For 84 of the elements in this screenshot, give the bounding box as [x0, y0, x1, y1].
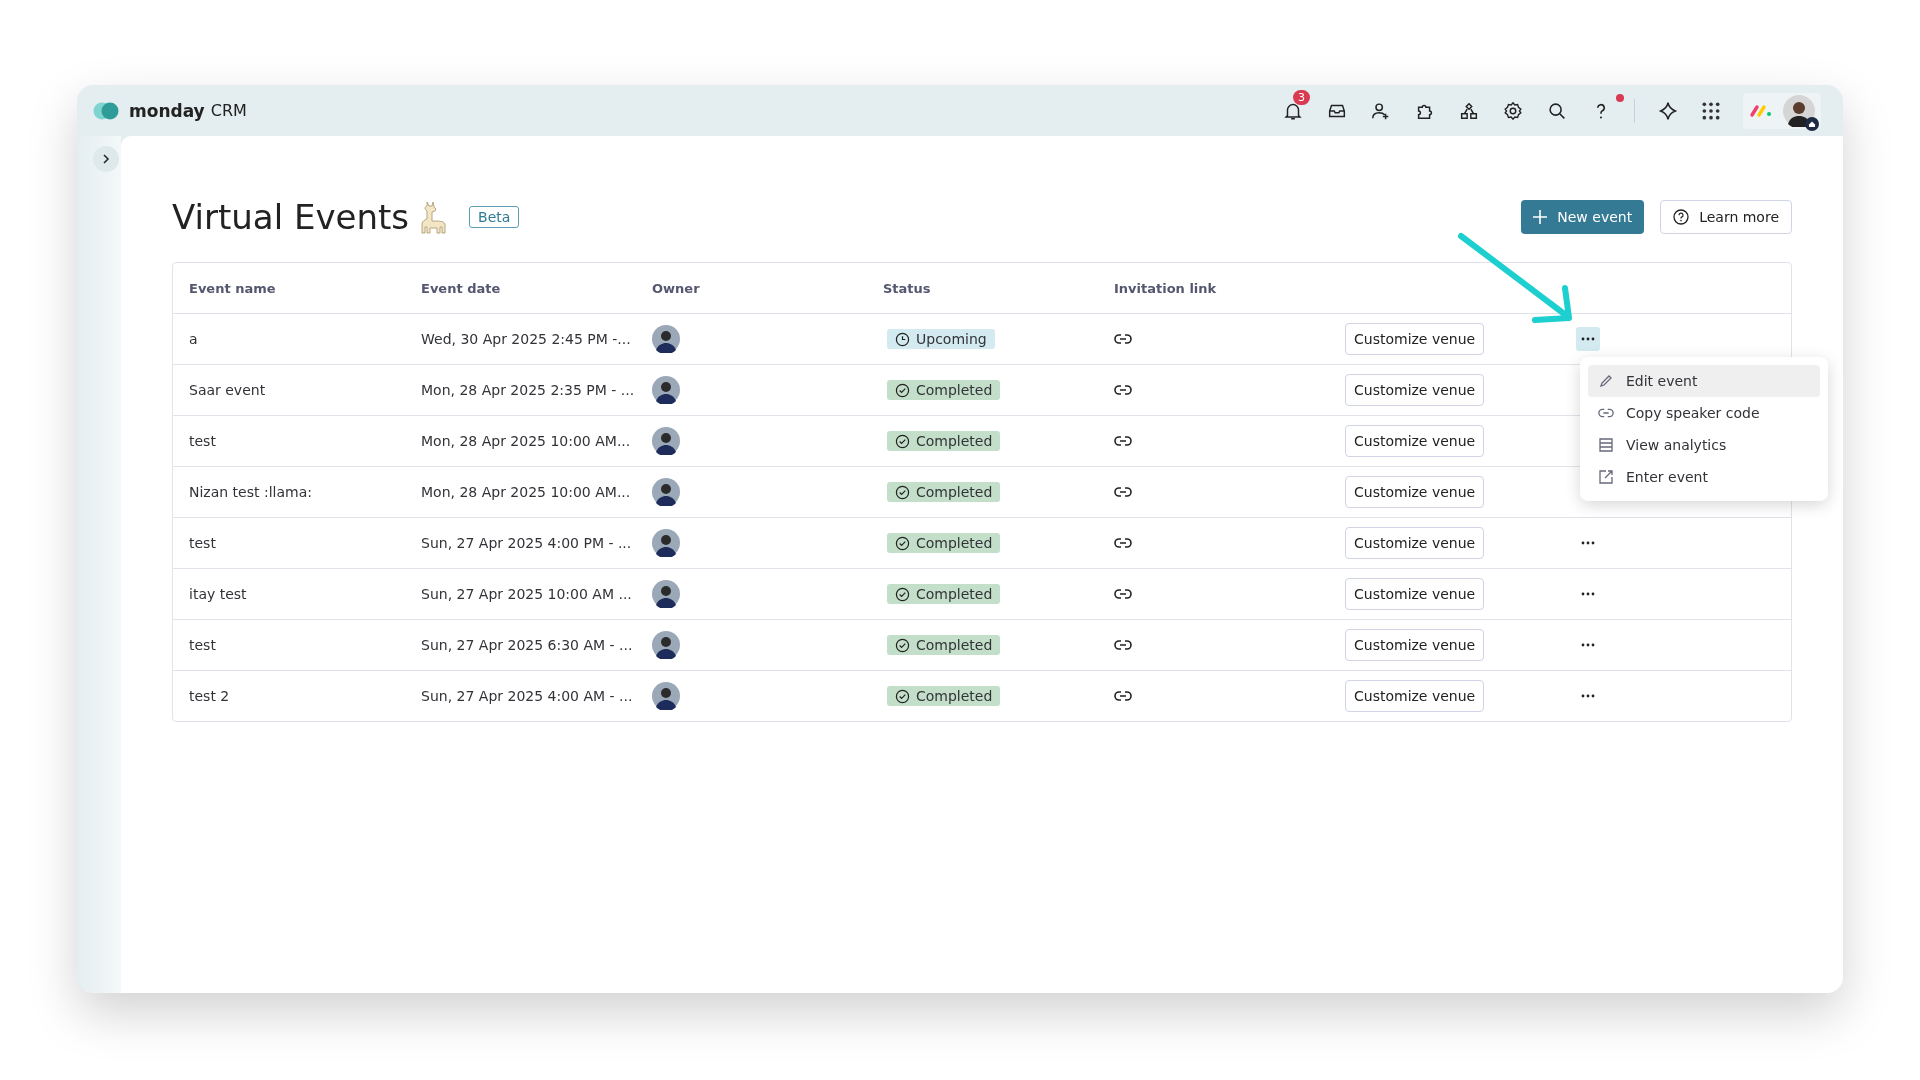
- more-options-button[interactable]: [1576, 327, 1600, 351]
- event-name-cell-text: itay test: [189, 586, 248, 602]
- owner-avatar-icon: [652, 325, 680, 353]
- event-date-cell-text: Sun, 27 Apr 2025 4:00 AM - ...: [421, 688, 634, 704]
- menu-item[interactable]: Edit event: [1588, 365, 1820, 397]
- page-title: Virtual Events: [172, 197, 410, 237]
- brand-name: monday: [129, 100, 205, 121]
- status-badge: Completed: [887, 380, 1001, 400]
- event-date-cell-text: Wed, 30 Apr 2025 2:45 PM -...: [421, 331, 632, 347]
- beta-badge: Beta: [469, 206, 520, 228]
- event-date-cell-text: Sun, 27 Apr 2025 10:00 AM ...: [421, 586, 633, 602]
- column-header: Status: [883, 280, 932, 296]
- owner-avatar-icon: [652, 376, 680, 404]
- customize-venue-button[interactable]: Customize venue: [1345, 680, 1485, 712]
- status-badge: Completed: [887, 584, 1001, 604]
- customize-venue-button[interactable]: Customize venue: [1345, 425, 1485, 457]
- user-avatar-icon[interactable]: [1783, 94, 1815, 127]
- link-icon[interactable]: [1114, 486, 1132, 498]
- link-icon[interactable]: [1114, 639, 1132, 651]
- notification-count: 3: [1293, 89, 1310, 105]
- customize-venue-button[interactable]: Customize venue: [1345, 323, 1485, 355]
- customize-venue-button[interactable]: Customize venue: [1345, 476, 1485, 508]
- column-header: Invitation link: [1114, 280, 1218, 296]
- home-badge-icon: [1805, 116, 1819, 131]
- status-badge: Completed: [887, 686, 1001, 706]
- owner-avatar-icon: [652, 682, 680, 710]
- owner-avatar-icon: [652, 580, 680, 608]
- event-name-cell-text: test 2: [189, 688, 231, 704]
- event-date-cell-text: Mon, 28 Apr 2025 2:35 PM - ...: [421, 382, 636, 398]
- customize-venue-button[interactable]: Customize venue: [1345, 374, 1485, 406]
- external-link-icon: [1598, 469, 1614, 485]
- status-badge: Completed: [887, 482, 1001, 502]
- status-badge: Completed: [887, 431, 1001, 451]
- customize-venue-button[interactable]: Customize venue: [1345, 527, 1485, 559]
- more-dots-icon: [1581, 694, 1595, 698]
- status-badge: Upcoming: [887, 329, 995, 349]
- event-date-cell-text: Mon, 28 Apr 2025 10:00 AM...: [421, 484, 632, 500]
- learn-more-button[interactable]: Learn more: [1660, 200, 1792, 234]
- link-icon[interactable]: [1114, 690, 1132, 702]
- menu-item[interactable]: View analytics: [1588, 429, 1820, 461]
- more-dots-icon: [1581, 592, 1595, 596]
- plus-icon: [1533, 210, 1548, 224]
- apps-grid-icon[interactable]: [1701, 100, 1721, 121]
- expand-sidebar-button[interactable]: [93, 146, 119, 172]
- new-event-button[interactable]: New event: [1521, 200, 1645, 234]
- link-icon[interactable]: [1114, 537, 1132, 549]
- more-dots-icon: [1581, 643, 1595, 647]
- event-name-cell-text: Nizan test :llama:: [189, 484, 313, 500]
- event-date-cell-text: Sun, 27 Apr 2025 6:30 AM - ...: [421, 637, 634, 653]
- menu-item[interactable]: Enter event: [1588, 461, 1820, 493]
- event-name-cell-text: test: [189, 433, 217, 449]
- column-header: Owner: [652, 280, 701, 296]
- column-header: Event date: [421, 280, 502, 296]
- link-icon[interactable]: [1114, 435, 1132, 447]
- more-dots-icon: [1581, 541, 1595, 545]
- event-name-cell-text: test: [189, 535, 217, 551]
- link-icon[interactable]: [1114, 588, 1132, 600]
- account-switcher[interactable]: [1743, 92, 1821, 129]
- menu-item[interactable]: Copy speaker code: [1588, 397, 1820, 429]
- column-header: Event name: [189, 280, 277, 296]
- customize-venue-button[interactable]: Customize venue: [1345, 629, 1485, 661]
- product-name: CRM: [210, 101, 247, 120]
- status-badge: Completed: [887, 635, 1001, 655]
- owner-avatar-icon: [652, 478, 680, 506]
- chevron-right-icon: [102, 154, 110, 164]
- table-icon: [1598, 437, 1614, 453]
- more-dots-icon: [1581, 337, 1595, 341]
- monday-logo-icon: [1749, 103, 1773, 118]
- status-badge: Completed: [887, 533, 1001, 553]
- link-icon[interactable]: [1114, 384, 1132, 396]
- event-date-cell-text: Mon, 28 Apr 2025 10:00 AM...: [421, 433, 632, 449]
- logo-icon: [93, 101, 119, 120]
- link-icon[interactable]: [1114, 333, 1132, 345]
- event-name-cell-text: Saar event: [189, 382, 267, 398]
- settings-icon[interactable]: [1502, 99, 1524, 122]
- pencil-icon: [1598, 373, 1614, 389]
- event-name-cell-text: test: [189, 637, 217, 653]
- event-date-cell-text: Sun, 27 Apr 2025 4:00 PM - ...: [421, 535, 633, 551]
- owner-avatar-icon: [652, 631, 680, 659]
- event-name-cell-text: a: [189, 331, 199, 347]
- help-icon: [1673, 209, 1690, 225]
- customize-venue-button[interactable]: Customize venue: [1345, 578, 1485, 610]
- owner-avatar-icon: [652, 529, 680, 557]
- owner-avatar-icon: [652, 427, 680, 455]
